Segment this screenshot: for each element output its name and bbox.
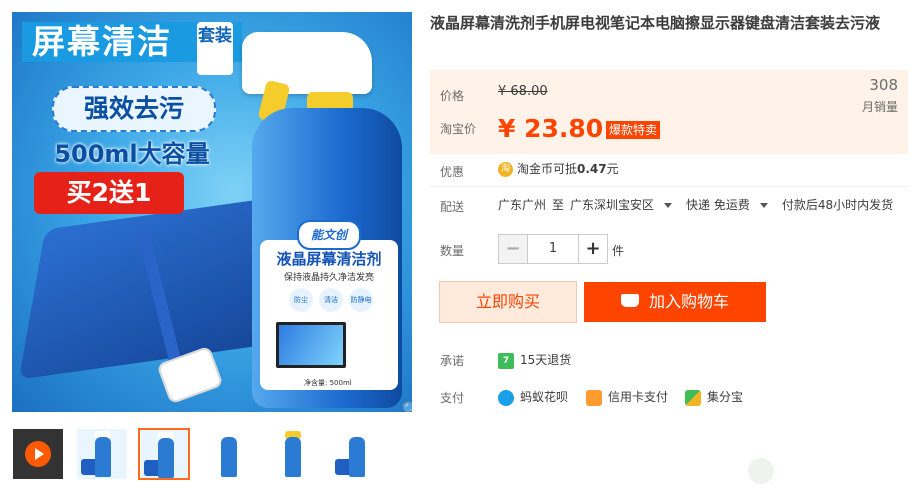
buy-now-button[interactable]: 立即购买 — [439, 281, 577, 323]
promo-info: 淘淘金币可抵0.47元 — [498, 160, 619, 177]
video-thumbnail[interactable] — [12, 428, 64, 480]
label-badges: 防尘 清洁 防静电 — [266, 288, 396, 312]
payment-huabei[interactable]: 蚂蚁花呗 — [498, 388, 568, 406]
taobao-price-label: 淘宝价 — [440, 122, 477, 136]
ship-method-select[interactable]: 快递 免运费 — [686, 198, 776, 212]
spray-trigger-graphic — [242, 32, 372, 94]
quantity-input[interactable]: 1 — [528, 235, 578, 263]
play-icon — [25, 441, 51, 467]
quantity-plus-button[interactable]: + — [578, 235, 607, 263]
badge-clean: 清洁 — [319, 288, 343, 312]
quantity-stepper: − 1 + — [498, 234, 608, 264]
divider — [430, 186, 908, 187]
banner-tag: 套装 — [197, 22, 233, 75]
capacity-text: 500ml大容量 — [54, 140, 210, 168]
current-price: ¥ 23.80 — [498, 114, 604, 143]
mini-bottle — [349, 437, 365, 477]
promo-suffix: 元 — [606, 162, 619, 176]
label-subtitle: 保持液晶持久净洁发亮 — [283, 273, 374, 283]
promo-text: 淘金币可抵 — [517, 162, 578, 176]
add-cart-label: 加入购物车 — [648, 292, 729, 311]
badge-static: 防静电 — [349, 288, 373, 312]
payment-card-label: 信用卡支付 — [608, 390, 669, 404]
promise-text: 15天退货 — [520, 353, 572, 367]
monthly-sales-count: 308 — [869, 76, 898, 94]
faded-watermark-icon — [748, 458, 774, 484]
monthly-sales-label: 月销量 — [861, 100, 898, 114]
add-to-cart-button[interactable]: 加入购物车 — [584, 282, 766, 322]
payment-huabei-label: 蚂蚁花呗 — [520, 390, 569, 404]
price-label: 价格 — [440, 89, 465, 103]
pill-text: 强效去污 — [52, 86, 216, 132]
label-title: 液晶屏幕清洁剂 — [276, 250, 382, 268]
hot-sale-badge: 爆款特卖 — [606, 121, 661, 139]
thumbnail-4[interactable] — [266, 428, 318, 480]
payment-jifenbao-label: 集分宝 — [707, 390, 744, 404]
return-7day-icon: 7 — [498, 352, 514, 369]
taobao-coin-icon: 淘 — [498, 162, 513, 177]
mini-bottle — [95, 437, 111, 477]
thumbnail-2-active[interactable] — [138, 428, 190, 480]
main-product-image[interactable]: 屏幕清洁 套装 强效去污 500ml大容量 买2送1 能文创 液晶屏幕清洁剂 保… — [12, 12, 412, 412]
net-content: 净含量: 500ml — [304, 379, 352, 387]
brand-logo: 能文创 — [297, 220, 361, 250]
shipping-label: 配送 — [440, 200, 465, 214]
chevron-down-icon — [664, 203, 673, 208]
thumbnail-5[interactable] — [330, 428, 382, 480]
credit-card-icon — [586, 389, 602, 406]
promise-label: 承诺 — [440, 354, 465, 368]
ship-note: 付款后48小时内发货 — [781, 198, 894, 212]
badge-dust: 防尘 — [289, 288, 313, 312]
ship-to-word: 至 — [552, 198, 565, 212]
ship-to-select[interactable]: 广东深圳宝安区 — [570, 198, 680, 212]
mini-bottle — [158, 438, 174, 478]
quantity-minus-button[interactable]: − — [499, 235, 528, 263]
promise-item[interactable]: 7 15天退货 — [498, 351, 571, 369]
jifenbao-icon — [685, 389, 701, 406]
cart-icon — [620, 294, 639, 307]
shipping-info: 广东广州至广东深圳宝安区 快递 免运费 付款后48小时内发货 — [498, 196, 899, 213]
huabei-icon — [498, 389, 514, 406]
payment-credit-card[interactable]: 信用卡支付 — [586, 388, 668, 406]
thumbnail-3[interactable] — [202, 428, 254, 480]
payment-jifenbao[interactable]: 集分宝 — [685, 388, 743, 406]
quantity-unit: 件 — [612, 244, 625, 258]
promo-amount: 0.47 — [577, 162, 607, 176]
tv-graphic — [276, 322, 346, 368]
chevron-down-icon — [759, 203, 768, 208]
promo-label: 优惠 — [440, 165, 465, 179]
thumbnail-1[interactable] — [76, 428, 128, 480]
promo-text: 买2送1 — [34, 172, 184, 214]
product-title: 液晶屏幕清洗剂手机屏电视笔记本电脑擦显示器键盘清洁套装去污液 — [430, 14, 881, 32]
original-price: ¥ 68.00 — [498, 84, 548, 99]
payment-label: 支付 — [440, 391, 465, 405]
mini-bottle — [221, 437, 237, 477]
ship-from: 广东广州 — [498, 198, 547, 212]
zoom-icon[interactable]: 🔍 — [402, 402, 412, 412]
quantity-label: 数量 — [440, 244, 465, 258]
mini-bottle — [285, 437, 301, 477]
